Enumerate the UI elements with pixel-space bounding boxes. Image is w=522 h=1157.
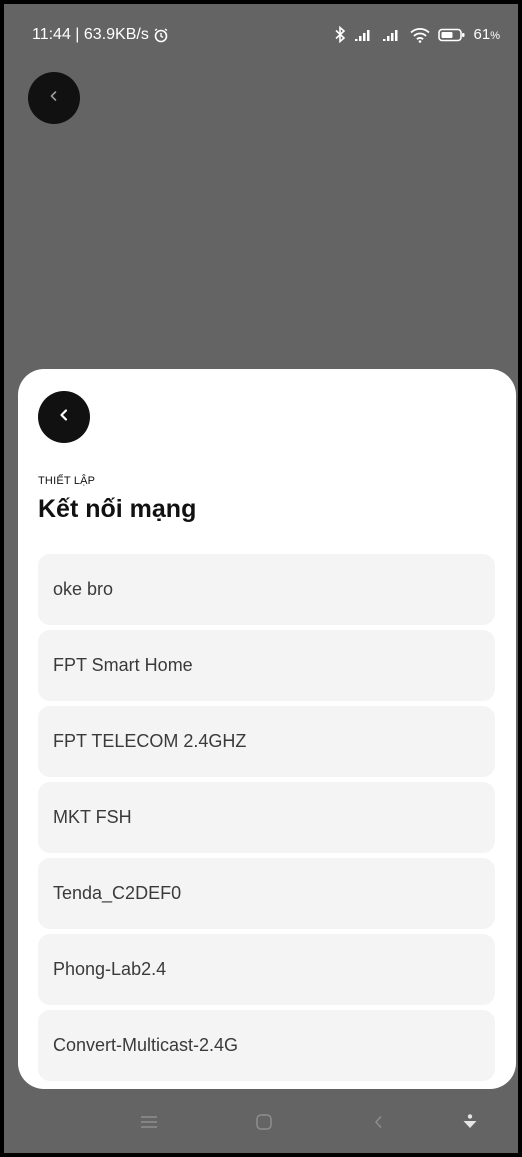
status-time-speed: 11:44 | 63.9KB/s xyxy=(32,26,149,43)
alarm-icon xyxy=(153,27,169,43)
wifi-network-name: Phong-Lab2.4 xyxy=(53,959,167,979)
back-icon xyxy=(372,1114,386,1135)
chevron-left-icon xyxy=(48,89,60,107)
wifi-network-name: oke bro xyxy=(53,579,114,599)
status-bar: 11:44 | 63.9KB/s 61% xyxy=(4,4,518,62)
status-right: 61% xyxy=(334,26,500,43)
chevron-left-icon xyxy=(57,408,71,427)
page-title: Kết nối mạng xyxy=(38,495,197,523)
section-eyebrow: THIẾT LẬP xyxy=(38,475,96,487)
home-icon xyxy=(255,1113,273,1136)
accessibility-icon xyxy=(461,1113,479,1136)
network-setup-sheet: THIẾT LẬP Kết nối mạng oke bro FPT Smart… xyxy=(18,369,516,1089)
app-screen: 11:44 | 63.9KB/s 61% THIẾT LẬP Kết nối m… xyxy=(4,4,518,1153)
system-navigation-bar xyxy=(4,1094,518,1153)
battery-level: 61% xyxy=(473,26,500,43)
wifi-network-item[interactable]: Tenda_C2DEF0 xyxy=(38,858,495,929)
wifi-network-item[interactable]: Convert-Multicast-2.4G xyxy=(38,1010,495,1081)
wifi-network-name: FPT TELECOM 2.4GHZ xyxy=(53,731,247,751)
battery-icon xyxy=(437,28,466,42)
wifi-network-name: Convert-Multicast-2.4G xyxy=(53,1035,239,1055)
menu-icon xyxy=(139,1114,159,1135)
back-button[interactable] xyxy=(38,391,90,443)
wifi-network-name: FPT Smart Home xyxy=(53,655,193,675)
bluetooth-icon xyxy=(334,26,346,43)
wifi-icon xyxy=(409,27,430,43)
status-left: 11:44 | 63.9KB/s xyxy=(32,26,169,44)
signal-icon xyxy=(354,28,374,42)
wifi-network-item[interactable]: Phong-Lab2.4 xyxy=(38,934,495,1005)
wifi-network-item[interactable]: oke bro xyxy=(38,554,495,625)
home-button[interactable] xyxy=(244,1106,284,1142)
wifi-network-list: oke bro FPT Smart Home FPT TELECOM 2.4GH… xyxy=(38,554,495,1081)
signal-icon xyxy=(382,28,402,42)
back-nav-button[interactable] xyxy=(359,1106,399,1142)
accessibility-button[interactable] xyxy=(450,1106,490,1142)
wifi-network-name: MKT FSH xyxy=(53,807,132,827)
background-back-button[interactable] xyxy=(28,72,80,124)
wifi-network-item[interactable]: FPT TELECOM 2.4GHZ xyxy=(38,706,495,777)
wifi-network-name: Tenda_C2DEF0 xyxy=(53,883,182,903)
wifi-network-item[interactable]: FPT Smart Home xyxy=(38,630,495,701)
wifi-network-item[interactable]: MKT FSH xyxy=(38,782,495,853)
menu-button[interactable] xyxy=(129,1106,169,1142)
